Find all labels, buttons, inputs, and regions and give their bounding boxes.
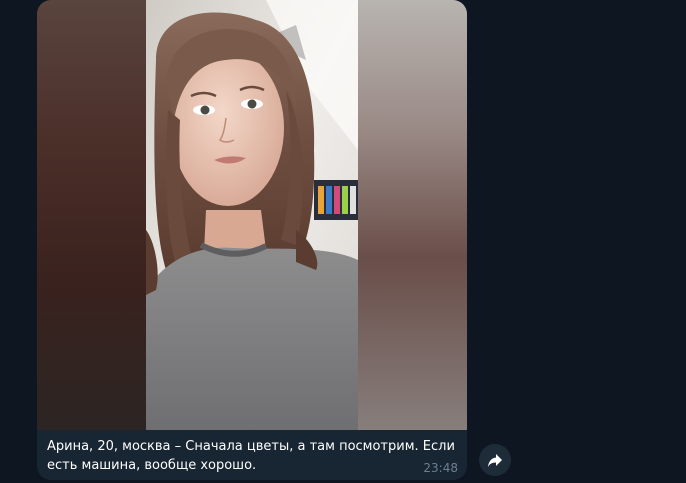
share-button[interactable] — [479, 444, 511, 476]
portrait-illustration — [146, 0, 358, 430]
message-photo[interactable] — [37, 0, 467, 430]
message-bubble[interactable]: Арина, 20, москва – Сначала цветы, а там… — [37, 0, 467, 480]
photo-blur-left — [37, 0, 146, 430]
message-caption: Арина, 20, москва – Сначала цветы, а там… — [47, 439, 455, 473]
share-arrow-icon — [488, 454, 502, 467]
photo-blur-right — [358, 0, 467, 430]
message-time: 23:48 — [423, 461, 458, 475]
photo-image[interactable] — [146, 0, 358, 430]
